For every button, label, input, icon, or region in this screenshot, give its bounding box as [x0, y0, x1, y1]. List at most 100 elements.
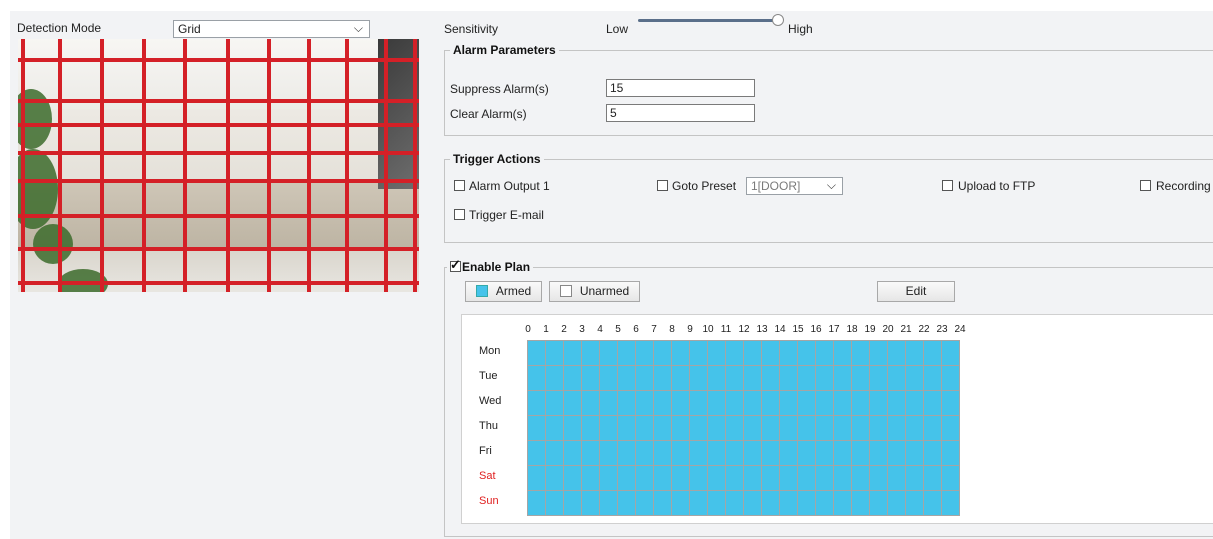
enable-plan-checkbox[interactable]: [450, 257, 461, 273]
schedule-cell[interactable]: [923, 390, 942, 416]
schedule-cell[interactable]: [923, 465, 942, 491]
schedule-cell[interactable]: [635, 490, 654, 516]
schedule-cell[interactable]: [527, 490, 546, 516]
schedule-cell[interactable]: [779, 340, 798, 366]
schedule-cell[interactable]: [869, 365, 888, 391]
schedule-cell[interactable]: [833, 415, 852, 441]
schedule-cell[interactable]: [617, 340, 636, 366]
schedule-cell[interactable]: [599, 390, 618, 416]
schedule-cell[interactable]: [779, 490, 798, 516]
schedule-cell[interactable]: [761, 365, 780, 391]
schedule-cell[interactable]: [869, 490, 888, 516]
schedule-cell[interactable]: [635, 440, 654, 466]
schedule-cell[interactable]: [851, 390, 870, 416]
schedule-cell[interactable]: [725, 415, 744, 441]
schedule-cell[interactable]: [833, 440, 852, 466]
schedule-cell[interactable]: [887, 465, 906, 491]
schedule-cell[interactable]: [779, 390, 798, 416]
schedule-cell[interactable]: [671, 465, 690, 491]
schedule-cell[interactable]: [617, 415, 636, 441]
schedule-cell[interactable]: [725, 365, 744, 391]
schedule-cell[interactable]: [707, 365, 726, 391]
schedule-cell[interactable]: [707, 465, 726, 491]
schedule-cell[interactable]: [671, 415, 690, 441]
schedule-cell[interactable]: [833, 365, 852, 391]
schedule-cell[interactable]: [545, 465, 564, 491]
schedule-cell[interactable]: [743, 440, 762, 466]
edit-button[interactable]: Edit: [877, 281, 955, 302]
schedule-cell[interactable]: [563, 440, 582, 466]
schedule-cell[interactable]: [707, 390, 726, 416]
schedule-cell[interactable]: [815, 340, 834, 366]
schedule-cell[interactable]: [905, 415, 924, 441]
schedule-cell[interactable]: [635, 415, 654, 441]
schedule-cell[interactable]: [563, 465, 582, 491]
schedule-cell[interactable]: [563, 415, 582, 441]
schedule-cell[interactable]: [545, 365, 564, 391]
schedule-cell[interactable]: [725, 390, 744, 416]
schedule-cell[interactable]: [545, 340, 564, 366]
schedule-cell[interactable]: [869, 340, 888, 366]
schedule-cell[interactable]: [923, 440, 942, 466]
schedule-cell[interactable]: [833, 340, 852, 366]
schedule-cell[interactable]: [761, 340, 780, 366]
schedule-cell[interactable]: [743, 415, 762, 441]
schedule-cell[interactable]: [617, 365, 636, 391]
schedule-cell[interactable]: [725, 340, 744, 366]
unarmed-button[interactable]: Unarmed: [549, 281, 640, 302]
schedule-cell[interactable]: [833, 465, 852, 491]
schedule-cell[interactable]: [689, 490, 708, 516]
schedule-cell[interactable]: [653, 390, 672, 416]
schedule-cell[interactable]: [599, 440, 618, 466]
sensitivity-slider-track[interactable]: [638, 19, 776, 22]
schedule-cell[interactable]: [599, 415, 618, 441]
schedule-cell[interactable]: [707, 490, 726, 516]
schedule-cell[interactable]: [725, 440, 744, 466]
schedule-cell[interactable]: [599, 490, 618, 516]
schedule-cell[interactable]: [887, 440, 906, 466]
schedule-cell[interactable]: [941, 365, 960, 391]
schedule-cell[interactable]: [671, 490, 690, 516]
schedule-cell[interactable]: [941, 340, 960, 366]
schedule-cell[interactable]: [581, 440, 600, 466]
schedule-cell[interactable]: [545, 440, 564, 466]
schedule-cell[interactable]: [851, 415, 870, 441]
schedule-cell[interactable]: [923, 365, 942, 391]
schedule-cell[interactable]: [545, 490, 564, 516]
schedule-cell[interactable]: [905, 465, 924, 491]
schedule-cell[interactable]: [779, 440, 798, 466]
schedule-cell[interactable]: [887, 390, 906, 416]
schedule-cell[interactable]: [545, 390, 564, 416]
video-preview-grid[interactable]: [18, 39, 419, 292]
schedule-cell[interactable]: [671, 390, 690, 416]
schedule-cell[interactable]: [689, 440, 708, 466]
schedule-cell[interactable]: [743, 365, 762, 391]
schedule-cell[interactable]: [563, 390, 582, 416]
schedule-cell[interactable]: [653, 490, 672, 516]
schedule-cell[interactable]: [581, 390, 600, 416]
alarm-output-checkbox[interactable]: [454, 180, 465, 191]
schedule-cell[interactable]: [779, 465, 798, 491]
schedule-cell[interactable]: [563, 340, 582, 366]
schedule-cell[interactable]: [743, 340, 762, 366]
schedule-cell[interactable]: [689, 340, 708, 366]
schedule-cell[interactable]: [905, 440, 924, 466]
schedule-cell[interactable]: [653, 365, 672, 391]
schedule-cell[interactable]: [869, 440, 888, 466]
trigger-email-checkbox[interactable]: [454, 209, 465, 220]
schedule-cell[interactable]: [815, 365, 834, 391]
schedule-cell[interactable]: [581, 465, 600, 491]
schedule-cell[interactable]: [653, 415, 672, 441]
schedule-cell[interactable]: [887, 365, 906, 391]
schedule-cell[interactable]: [887, 490, 906, 516]
preset-select[interactable]: 1[DOOR] ⌵: [746, 177, 843, 195]
schedule-cell[interactable]: [905, 365, 924, 391]
schedule-cell[interactable]: [743, 465, 762, 491]
schedule-cell[interactable]: [707, 440, 726, 466]
schedule-cell[interactable]: [851, 365, 870, 391]
schedule-cell[interactable]: [851, 465, 870, 491]
schedule-cell[interactable]: [761, 415, 780, 441]
schedule-cell[interactable]: [941, 490, 960, 516]
schedule-cell[interactable]: [815, 490, 834, 516]
schedule-cell[interactable]: [941, 390, 960, 416]
